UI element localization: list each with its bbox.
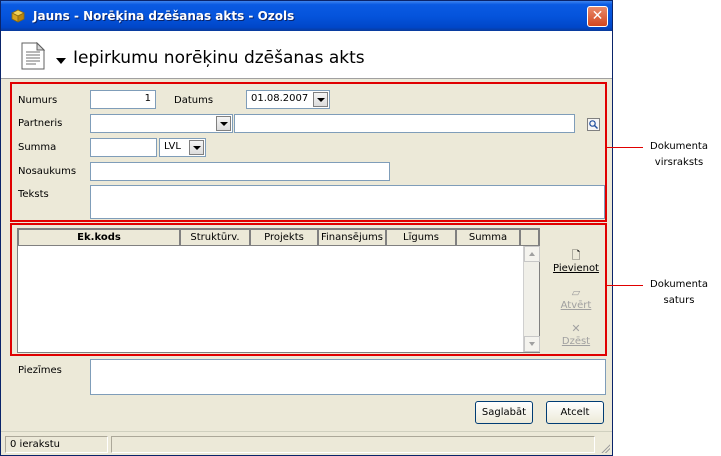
- partneris-dropdown-icon[interactable]: [216, 116, 231, 131]
- delete-row-label: Dzēst: [561, 336, 591, 347]
- items-grid[interactable]: [17, 228, 540, 353]
- currency-dropdown-icon[interactable]: [189, 140, 204, 155]
- save-button[interactable]: Saglabāt: [475, 401, 533, 424]
- datums-value: 01.08.2007: [251, 93, 309, 104]
- grid-column-ek-kods[interactable]: Ek.kods: [18, 229, 180, 246]
- search-icon[interactable]: [587, 118, 600, 131]
- save-label: Saglabāt: [481, 407, 527, 418]
- status-bar: 0 ierakstu: [1, 431, 612, 455]
- currency-value: LVL: [164, 141, 181, 152]
- content-annotation-top: Dokumenta: [650, 279, 708, 290]
- grid-column-empty: [520, 229, 539, 246]
- datums-field[interactable]: 01.08.2007: [246, 90, 330, 109]
- content-annotation-line: [607, 285, 643, 286]
- grid-column-summa[interactable]: Summa: [456, 229, 520, 246]
- status-panel-empty: [111, 436, 595, 453]
- grid-scrollbar[interactable]: [523, 246, 540, 352]
- partneris-name-field[interactable]: [234, 114, 575, 133]
- cancel-button[interactable]: Atcelt: [546, 401, 604, 424]
- grid-column-label: Līgums: [403, 232, 439, 243]
- close-button[interactable]: ✕: [587, 6, 608, 27]
- document-icon: [21, 42, 45, 70]
- header-annotation-line: [607, 147, 643, 148]
- header-dropdown-icon[interactable]: [56, 58, 66, 64]
- grid-column-ligums[interactable]: Līgums: [386, 229, 456, 246]
- teksts-label: Teksts: [18, 189, 49, 200]
- header-annotation-top: Dokumenta: [650, 141, 708, 152]
- cancel-label: Atcelt: [560, 407, 590, 418]
- grid-column-label: Finansējums: [320, 232, 384, 243]
- add-row-label: Pievienot: [553, 263, 599, 274]
- delete-row-button[interactable]: ✕ Dzēst: [546, 322, 606, 347]
- content-annotation-bottom: saturs: [663, 295, 695, 306]
- nosaukums-field[interactable]: [90, 162, 390, 181]
- add-row-button[interactable]: 🗋 Pievienot: [546, 249, 606, 274]
- datums-label: Datums: [174, 95, 214, 106]
- numurs-field[interactable]: 1: [90, 90, 156, 109]
- grid-column-label: Summa: [468, 232, 508, 243]
- grid-column-strukturv[interactable]: Struktūrv.: [180, 229, 250, 246]
- record-count: 0 ierakstu: [10, 439, 60, 450]
- numurs-value: 1: [144, 93, 151, 104]
- open-row-label: Atvērt: [560, 300, 592, 311]
- scroll-down-icon[interactable]: [524, 336, 540, 352]
- document-title: Iepirkumu norēķinu dzēšanas akts: [73, 48, 365, 68]
- summa-label: Summa: [18, 142, 57, 153]
- partneris-label: Partneris: [18, 118, 63, 129]
- application-window: Jauns - Norēķina dzēšanas akts - Ozols ✕…: [0, 0, 613, 456]
- scroll-up-icon[interactable]: [524, 246, 540, 262]
- nosaukums-label: Nosaukums: [18, 166, 77, 177]
- currency-select[interactable]: LVL: [159, 138, 206, 157]
- teksts-field[interactable]: [90, 185, 605, 219]
- new-document-icon: 🗋: [571, 249, 581, 262]
- resize-grip-icon[interactable]: [599, 442, 610, 453]
- grid-column-label: Ek.kods: [77, 232, 121, 243]
- numurs-label: Numurs: [18, 95, 58, 106]
- close-icon: ✕: [591, 8, 604, 24]
- open-row-button[interactable]: ▱ Atvērt: [546, 286, 606, 311]
- record-count-panel: 0 ierakstu: [5, 436, 108, 453]
- title-bar[interactable]: Jauns - Norēķina dzēšanas akts - Ozols ✕: [1, 1, 612, 31]
- grid-column-label: Projekts: [264, 232, 304, 243]
- notes-field[interactable]: [90, 359, 606, 395]
- partneris-code-field[interactable]: [90, 114, 233, 133]
- datums-dropdown-icon[interactable]: [313, 92, 328, 107]
- app-icon: [11, 9, 25, 23]
- window-title: Jauns - Norēķina dzēšanas akts - Ozols: [33, 9, 295, 23]
- notes-label: Piezīmes: [18, 365, 62, 376]
- header-annotation-bottom: virsraksts: [654, 157, 704, 168]
- summa-field[interactable]: [90, 138, 157, 157]
- grid-column-projekts[interactable]: Projekts: [250, 229, 318, 246]
- delete-icon: ✕: [571, 322, 581, 335]
- header-annotation: Dokumenta virsraksts: [643, 139, 715, 171]
- content-annotation: Dokumenta saturs: [643, 277, 715, 309]
- grid-column-finansejums[interactable]: Finansējums: [318, 229, 386, 246]
- grid-column-label: Struktūrv.: [190, 232, 240, 243]
- open-folder-icon: ▱: [571, 286, 581, 299]
- document-header: Iepirkumu norēķinu dzēšanas akts: [1, 31, 612, 79]
